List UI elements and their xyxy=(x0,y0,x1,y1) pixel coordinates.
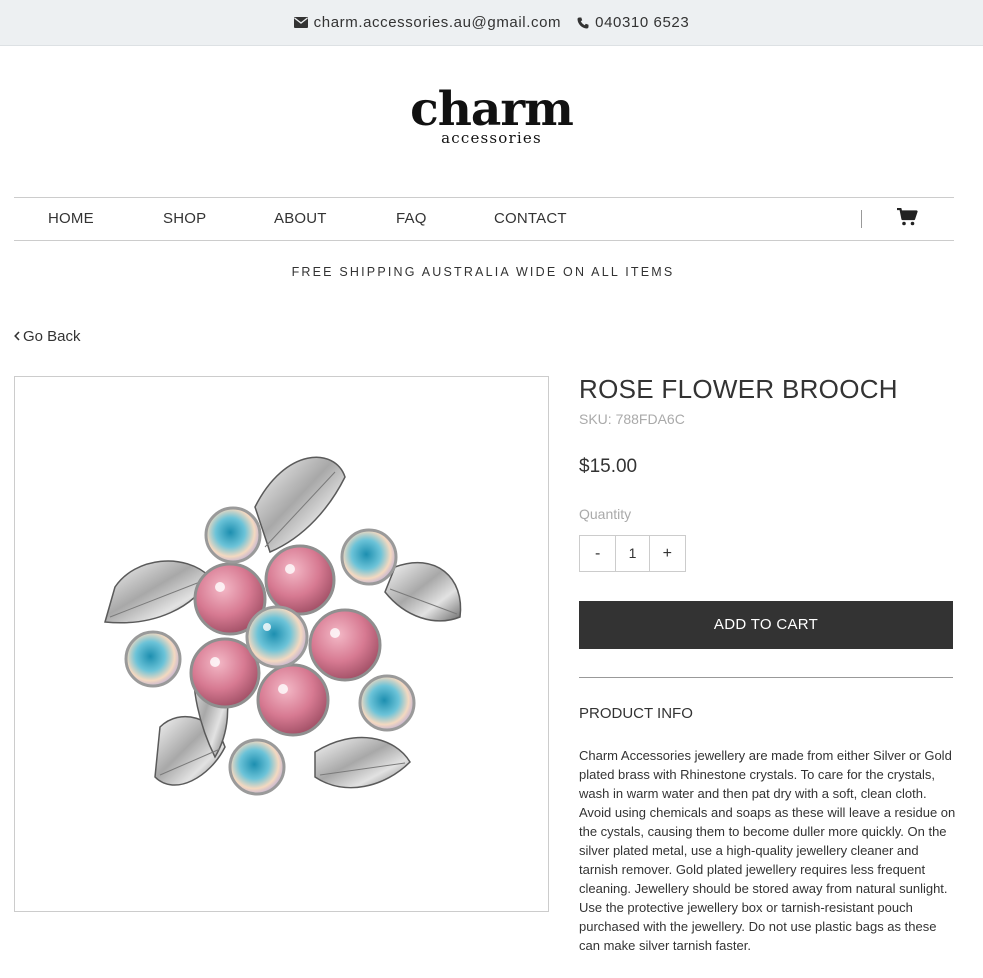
nav-contact[interactable]: CONTACT xyxy=(494,198,567,240)
go-back-label: Go Back xyxy=(23,328,81,345)
phone-text: 040310 6523 xyxy=(595,14,690,31)
product-image[interactable] xyxy=(14,376,549,912)
phone-icon xyxy=(577,17,589,29)
shipping-banner: FREE SHIPPING AUSTRALIA WIDE ON ALL ITEM… xyxy=(291,265,675,279)
phone-contact[interactable]: 040310 6523 xyxy=(577,14,689,31)
product-price: $15.00 xyxy=(579,456,638,477)
nav-divider xyxy=(861,210,862,228)
quantity-stepper: - 1 + xyxy=(579,535,686,572)
quantity-label: Quantity xyxy=(579,506,632,522)
go-back-link[interactable]: Go Back xyxy=(14,328,81,345)
site-logo[interactable]: charm accessories xyxy=(0,82,983,147)
logo-subtitle: accessories xyxy=(441,129,542,147)
nav-faq[interactable]: FAQ xyxy=(396,198,427,240)
add-to-cart-button[interactable]: ADD TO CART xyxy=(579,601,953,649)
email-text: charm.accessories.au@gmail.com xyxy=(313,14,562,31)
nav-home[interactable]: HOME xyxy=(48,198,94,240)
product-info-heading: PRODUCT INFO xyxy=(579,705,693,722)
brooch-image xyxy=(104,456,462,796)
quantity-increase-button[interactable]: + xyxy=(649,536,685,571)
product-info-text: Charm Accessories jewellery are made fro… xyxy=(579,748,956,953)
quantity-input[interactable]: 1 xyxy=(615,536,650,571)
nav-shop[interactable]: SHOP xyxy=(163,198,206,240)
email-contact[interactable]: charm.accessories.au@gmail.com xyxy=(293,14,562,31)
contact-bar: charm.accessories.au@gmail.com 040310 65… xyxy=(0,0,983,46)
main-nav: HOME SHOP ABOUT FAQ CONTACT xyxy=(14,197,954,241)
logo-wordmark: charm xyxy=(410,82,574,137)
chevron-left-icon xyxy=(14,328,20,345)
envelope-icon xyxy=(293,17,308,28)
product-title: ROSE FLOWER BROOCH xyxy=(579,374,898,404)
product-sku: SKU: 788FDA6C xyxy=(579,411,685,427)
cart-icon[interactable] xyxy=(897,207,918,231)
section-divider xyxy=(579,677,953,678)
quantity-decrease-button[interactable]: - xyxy=(580,536,616,571)
nav-about[interactable]: ABOUT xyxy=(274,198,327,240)
